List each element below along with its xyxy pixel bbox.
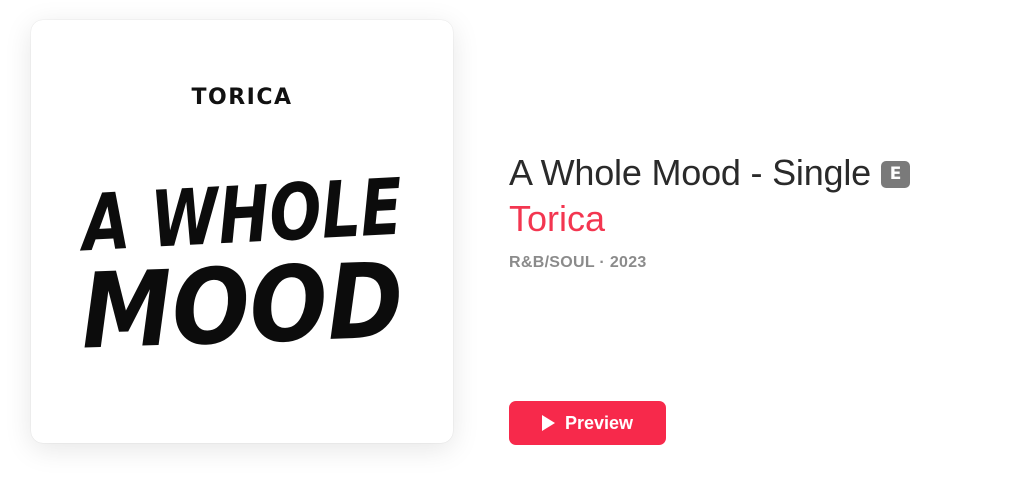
genre-label: R&B/SOUL: [509, 254, 595, 271]
genre-year: R&B/SOUL · 2023: [509, 254, 1009, 272]
title-row: A Whole Mood - Single E: [509, 150, 1009, 196]
artist-link[interactable]: Torica: [509, 198, 605, 240]
release-year: 2023: [609, 254, 647, 271]
explicit-badge: E: [881, 160, 910, 188]
preview-button[interactable]: Preview: [509, 401, 666, 445]
album-artwork[interactable]: TORICA A WHOLE MOOD: [31, 20, 453, 443]
artwork-title-line2: MOOD: [79, 239, 405, 372]
meta-separator: ·: [599, 254, 606, 271]
play-icon: [541, 415, 555, 431]
preview-label: Preview: [564, 412, 634, 433]
album-details: A Whole Mood - Single E Torica R&B/SOUL …: [509, 150, 1009, 272]
artwork-title-lettering: A WHOLE MOOD: [75, 163, 405, 373]
album-title: A Whole Mood - Single: [509, 152, 871, 193]
